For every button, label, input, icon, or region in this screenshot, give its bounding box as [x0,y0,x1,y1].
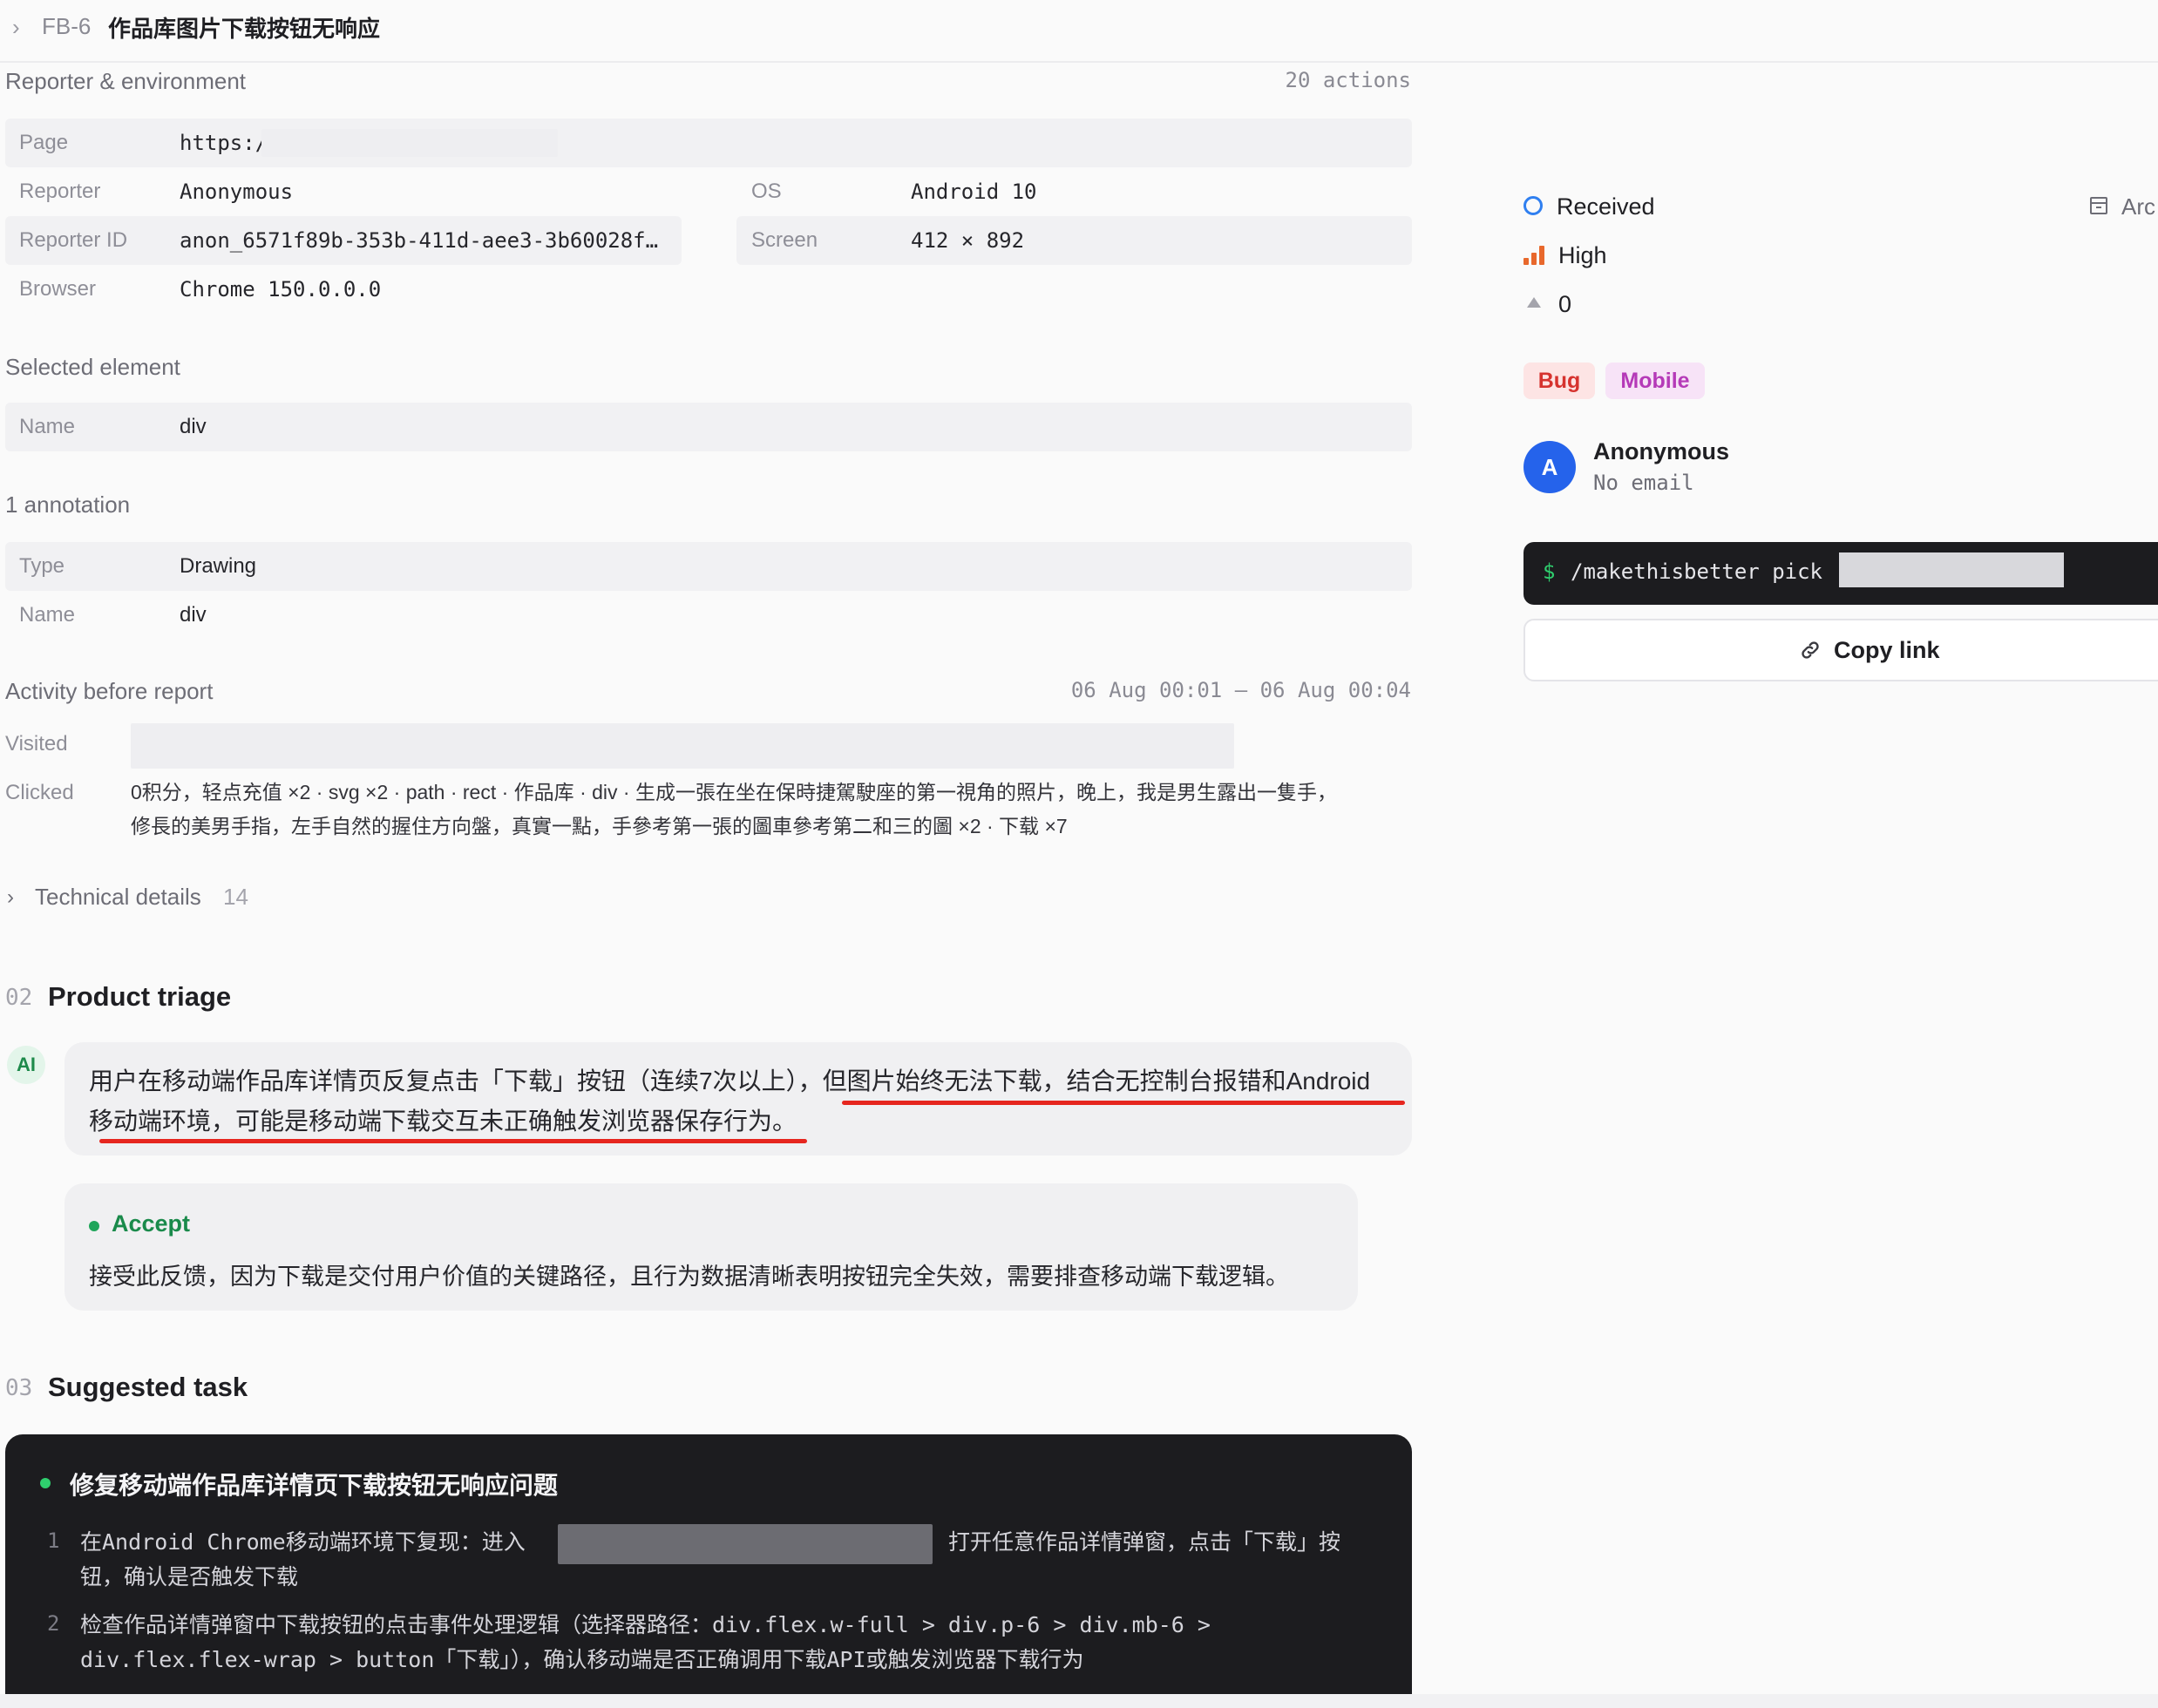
user-email: No email [1593,471,1694,495]
technical-details-toggle[interactable]: Technical details [35,884,201,911]
top-bar: › FB-6 作品库图片下载按钮无响应 [0,0,2158,63]
highlight-underline [842,1101,1405,1105]
ai-summary-line: 用户在移动端作品库详情页反复点击「下载」按钮（连续7次以上），但图片始终无法下载… [89,1068,1371,1095]
annotation-heading: 1 annotation [5,491,131,518]
accept-status-dot [89,1221,99,1231]
chevron-right-icon[interactable]: › [7,885,14,910]
status-circle-icon [1523,196,1543,215]
terminal-prompt: $ [1543,559,1556,584]
selected-name-label: Name [19,415,76,438]
activity-range: 06 Aug 00:01 – 06 Aug 00:04 [1070,678,1411,702]
user-name: Anonymous [1593,438,1730,464]
task-title: 修复移动端作品库详情页下载按钮无响应问题 [70,1472,559,1499]
link-icon [1802,641,1819,659]
redacted-command-arg [1839,552,2064,587]
copy-link-label[interactable]: Copy link [1834,637,1940,664]
ai-summary-line: 移动端环境，可能是移动端下载交互未正确触发浏览器保存行为。 [89,1108,797,1135]
screen-label: Screen [751,228,818,252]
triage-number: 02 [5,985,33,1011]
chevron-right-icon[interactable]: › [12,14,20,41]
archive-button[interactable]: Arc [2121,193,2155,220]
os-label: OS [751,180,782,203]
selected-name-row [5,403,1412,451]
page-label: Page [19,131,69,154]
highlight-underline [99,1139,807,1143]
annotation-type-label: Type [19,554,65,578]
activity-heading: Activity before report [5,678,214,704]
step-text: 在Android Chrome移动端环境下复现：进入 [80,1529,526,1555]
decision-label: Accept [112,1210,191,1237]
command-text: /makethisbetter pick [1571,559,1822,584]
browser-value: Chrome 150.0.0.0 [180,277,382,302]
annotation-name-value: div [180,603,207,627]
reporter-label: Reporter [19,180,101,203]
status-value[interactable]: Received [1557,193,1655,220]
redacted-path [558,1524,933,1564]
annotation-name-label: Name [19,603,76,627]
clicked-line: 0积分，轻点充值 ×2 · svg ×2 · path · rect · 作品库… [131,781,1337,803]
technical-details-count: 14 [223,884,248,910]
priority-bars-icon [1523,246,1546,265]
step-text: 钮，确认是否触发下载 [80,1564,299,1589]
selected-element-heading: Selected element [5,354,180,380]
task-status-dot [40,1478,51,1488]
visited-label: Visited [5,732,68,756]
upvote-icon[interactable] [1527,297,1541,308]
selected-name-value: div [180,415,207,438]
avatar: A [1523,441,1576,493]
step-text: 打开任意作品详情弹窗，点击「下载」按 [948,1529,1341,1555]
os-value: Android 10 [911,180,1037,204]
step-number: 2 [47,1611,60,1636]
archive-icon[interactable] [2090,197,2107,214]
step-text: 检查作品详情弹窗中下载按钮的点击事件处理逻辑（选择器路径：div.flex.w-… [80,1612,1211,1637]
bottom-edge [0,1694,2158,1708]
annotation-type-value: Drawing [180,554,257,578]
screen-row [736,216,1412,265]
clicked-list: 0积分，轻点充值 ×2 · svg ×2 · path · rect · 作品库… [131,776,1403,844]
browser-label: Browser [19,277,97,301]
actions-count: 20 actions [1285,68,1412,92]
reporter-value: Anonymous [180,180,294,204]
vote-count: 0 [1558,291,1572,317]
screen-value: 412 × 892 [911,228,1025,253]
reporter-id-value: anon_6571f89b-353b-411d-aee3-3b60028f… [180,228,659,253]
tag-bug[interactable]: Bug [1523,363,1595,399]
priority-value[interactable]: High [1558,242,1607,269]
decision-card [64,1183,1358,1311]
step-number: 1 [47,1528,60,1553]
step-text: div.flex.flex-wrap > button「下载」），确认移动端是否… [80,1647,1084,1672]
triage-title: Product triage [48,981,232,1012]
clicked-line: 修長的美男手指，左手自然的握住方向盤，真實一點，手參考第一張的圖車參考第二和三的… [131,815,1068,837]
redacted-url [261,129,558,157]
clicked-label: Clicked [5,781,74,804]
issue-id: FB-6 [42,13,92,39]
page-url[interactable]: https:/ [180,131,268,155]
reporter-heading: Reporter & environment [5,68,247,94]
task-number: 03 [5,1375,33,1401]
tag-mobile[interactable]: Mobile [1605,363,1705,399]
ai-badge: AI [7,1046,45,1084]
issue-title: 作品库图片下载按钮无响应 [108,16,381,42]
task-section-title: Suggested task [48,1372,248,1402]
decision-text: 接受此反馈，因为下载是交付用户价值的关键路径，且行为数据清晰表明按钮完全失效，需… [89,1264,1289,1290]
redacted-visited [131,723,1234,769]
reporter-id-label: Reporter ID [19,228,128,252]
